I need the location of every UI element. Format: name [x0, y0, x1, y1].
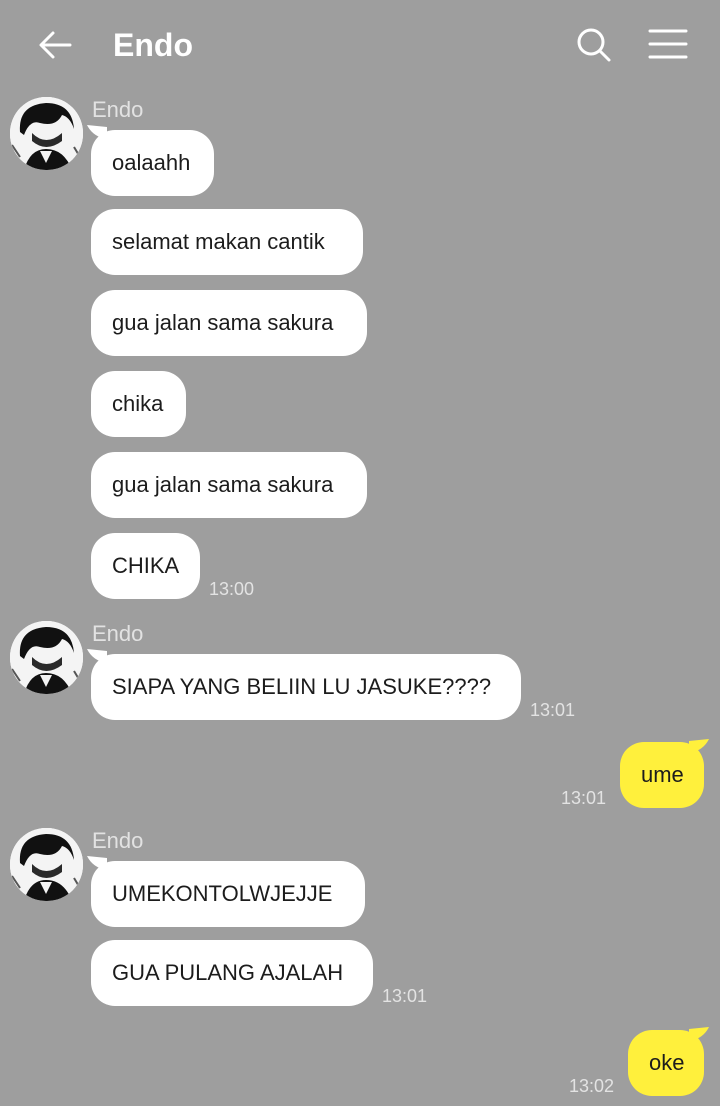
message-bubble[interactable]: gua jalan sama sakura [91, 452, 367, 518]
avatar-image [10, 97, 83, 170]
chat-screen: Endo Endo oalaahh selamat makan cantik g… [0, 0, 720, 1106]
sender-name: Endo [92, 621, 144, 646]
message-bubble[interactable]: gua jalan sama sakura [91, 290, 367, 356]
sender-name: Endo [92, 828, 144, 853]
chat-title: Endo [113, 27, 193, 63]
menu-button[interactable] [644, 22, 692, 70]
message-bubble[interactable]: GUA PULANG AJALAH [91, 940, 373, 1006]
message-time: 13:02 [569, 1076, 615, 1096]
arrow-left-icon [39, 31, 72, 59]
chat-header: Endo [0, 0, 720, 90]
hamburger-menu-icon [648, 29, 688, 59]
search-icon [577, 28, 611, 62]
back-button[interactable] [30, 22, 78, 70]
message-bubble[interactable]: oalaahh [91, 130, 214, 196]
message-time: 13:00 [209, 579, 255, 599]
sender-avatar[interactable] [10, 97, 83, 170]
message-bubble[interactable]: chika [91, 371, 186, 437]
message-time: 13:01 [382, 986, 428, 1006]
message-bubble[interactable]: CHIKA [91, 533, 200, 599]
message-time: 13:01 [561, 788, 607, 808]
sender-avatar[interactable] [10, 828, 83, 901]
sender-name: Endo [92, 97, 144, 122]
message-time: 13:01 [530, 700, 576, 720]
bubble-tail [689, 1027, 709, 1041]
message-bubble[interactable]: UMEKONTOLWJEJJE [91, 861, 365, 927]
sender-avatar[interactable] [10, 621, 83, 694]
search-button[interactable] [570, 22, 618, 70]
bubble-tail [689, 739, 709, 753]
message-bubble[interactable]: selamat makan cantik [91, 209, 363, 275]
message-bubble[interactable]: SIAPA YANG BELIIN LU JASUKE???? [91, 654, 521, 720]
avatar-image [10, 621, 83, 694]
avatar-image [10, 828, 83, 901]
